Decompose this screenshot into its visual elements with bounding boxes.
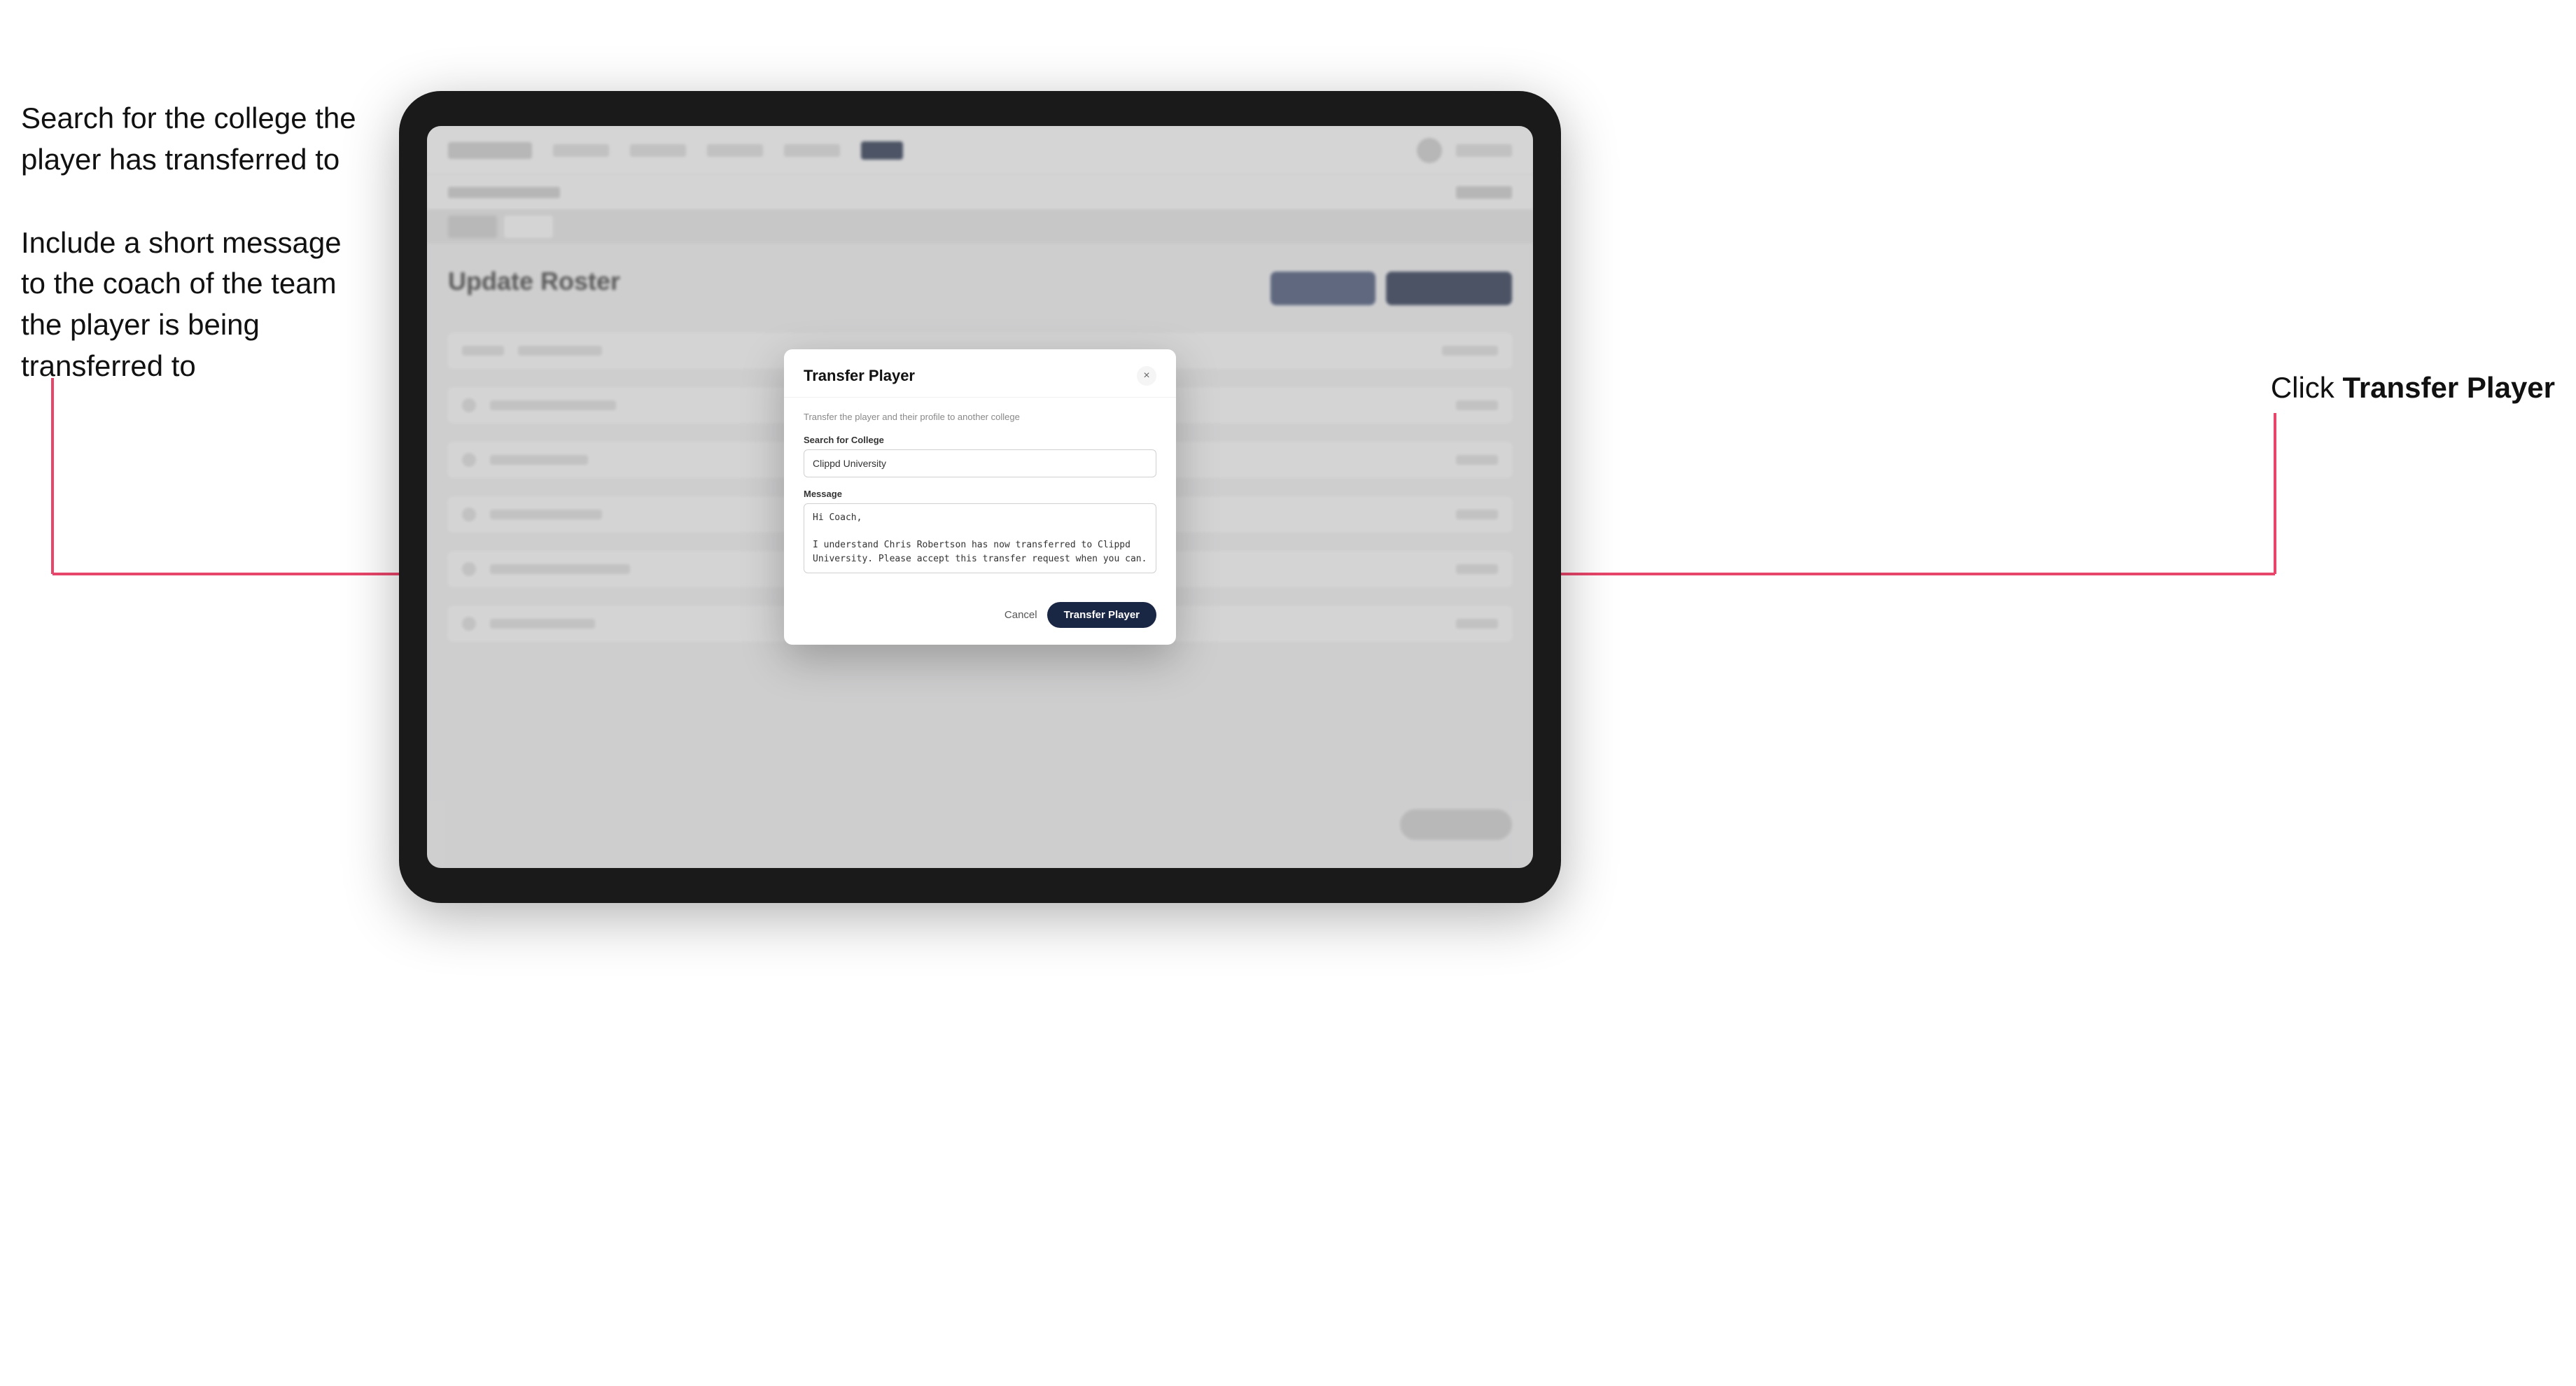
- search-college-label: Search for College: [804, 435, 1156, 445]
- modal-title: Transfer Player: [804, 367, 915, 385]
- search-college-input[interactable]: [804, 449, 1156, 477]
- modal-overlay: Transfer Player × Transfer the player an…: [427, 126, 1533, 868]
- message-label: Message: [804, 489, 1156, 499]
- transfer-player-modal: Transfer Player × Transfer the player an…: [784, 349, 1176, 645]
- modal-close-button[interactable]: ×: [1137, 366, 1156, 386]
- message-textarea[interactable]: Hi Coach, I understand Chris Robertson h…: [804, 503, 1156, 573]
- tablet-device: Update Roster: [399, 91, 1561, 903]
- annotation-search-text: Search for the college the player has tr…: [21, 98, 371, 181]
- annotation-message-text: Include a short message to the coach of …: [21, 223, 371, 387]
- modal-footer: Cancel Transfer Player: [784, 591, 1176, 645]
- transfer-player-button[interactable]: Transfer Player: [1047, 602, 1156, 628]
- tablet-screen: Update Roster: [427, 126, 1533, 868]
- annotation-right-text: Click Transfer Player: [2271, 371, 2555, 405]
- modal-body: Transfer the player and their profile to…: [784, 398, 1176, 591]
- left-annotations: Search for the college the player has tr…: [21, 98, 371, 429]
- modal-header: Transfer Player ×: [784, 349, 1176, 398]
- right-annotation: Click Transfer Player: [2271, 371, 2555, 405]
- modal-subtitle: Transfer the player and their profile to…: [804, 412, 1156, 422]
- annotation-transfer-bold: Transfer Player: [2342, 371, 2555, 404]
- cancel-button[interactable]: Cancel: [1004, 609, 1037, 621]
